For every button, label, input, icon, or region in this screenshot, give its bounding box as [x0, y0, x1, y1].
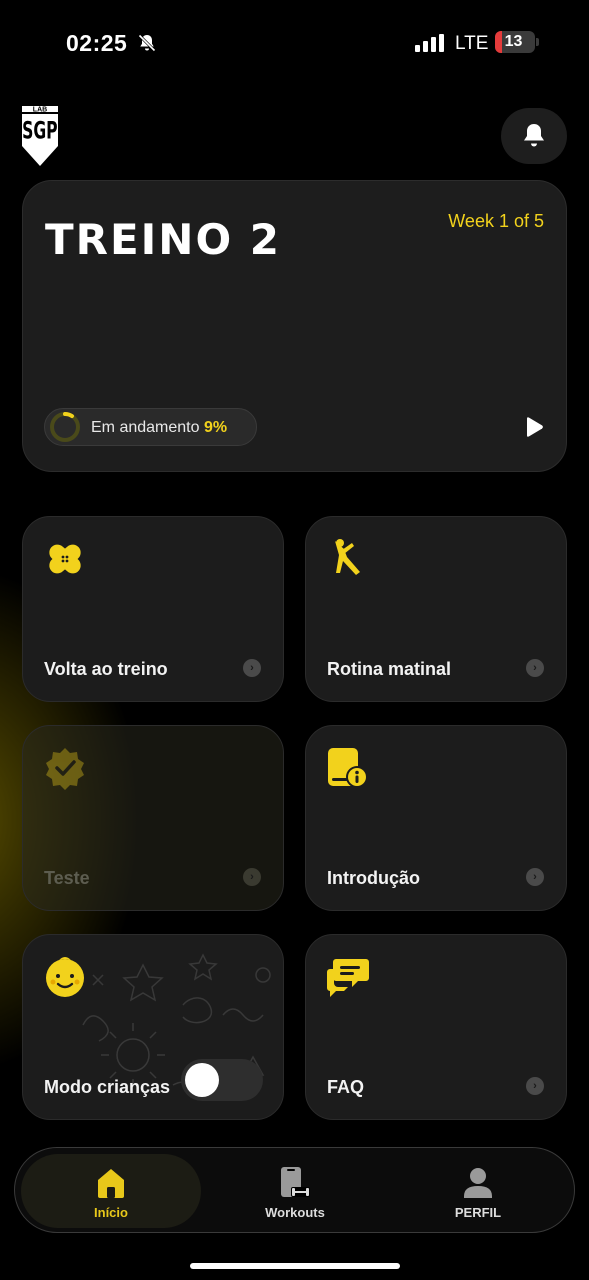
- tile-label: FAQ: [327, 1077, 365, 1097]
- progress-percent: 9%: [203, 419, 228, 436]
- tile-modo-criancas: Modo crianças: [22, 934, 284, 1120]
- bandage-icon: [49, 544, 81, 574]
- tile-label: Teste: [44, 868, 90, 888]
- baby-face-icon: [46, 957, 84, 997]
- battery-level: 13: [504, 33, 523, 50]
- tab-inicio[interactable]: Início: [21, 1154, 201, 1228]
- week-indicator: Week 1 of 5: [448, 211, 544, 231]
- tile-label: Rotina matinal: [327, 659, 452, 679]
- kids-mode-toggle[interactable]: [181, 1059, 263, 1101]
- workouts-icon: [281, 1167, 310, 1197]
- signal-icon: [415, 34, 444, 52]
- tab-label: Início: [94, 1205, 128, 1220]
- app-logo: LAB SGP: [22, 106, 58, 166]
- chevron-right-icon: ›: [526, 1077, 544, 1095]
- tile-faq[interactable]: FAQ ›: [305, 934, 567, 1120]
- tab-perfil[interactable]: PERFIL: [388, 1154, 568, 1228]
- tile-volta-ao-treino[interactable]: Volta ao treino ›: [22, 516, 284, 702]
- logo-main-text: SGP: [22, 116, 58, 144]
- network-type: LTE: [455, 33, 489, 54]
- current-workout-card[interactable]: TREINO 2 Week 1 of 5 Em andamento 9%: [22, 180, 567, 472]
- tab-workouts[interactable]: Workouts: [205, 1154, 385, 1228]
- play-icon[interactable]: [524, 416, 544, 438]
- tile-label: Introdução: [327, 868, 420, 888]
- tile-label: Modo crianças: [44, 1077, 171, 1097]
- chevron-right-icon: ›: [526, 659, 544, 677]
- chevron-right-icon: ›: [243, 659, 261, 677]
- tab-label: PERFIL: [454, 1205, 502, 1220]
- verified-badge-icon: [46, 748, 84, 790]
- status-time: 02:25: [66, 30, 128, 56]
- workout-title: TREINO 2: [45, 215, 282, 264]
- chat-bubbles-icon: [327, 959, 369, 997]
- bell-slash-icon: [138, 34, 156, 52]
- progress-ring: [50, 412, 80, 442]
- progress-pill: Em andamento 9%: [44, 408, 257, 446]
- profile-icon: [464, 1168, 492, 1198]
- toggle-knob: [185, 1063, 219, 1097]
- battery-indicator: 13: [495, 31, 535, 53]
- home-icon: [98, 1169, 124, 1198]
- tile-label: Volta ao treino: [44, 659, 168, 679]
- tile-teste[interactable]: Teste ›: [22, 725, 284, 911]
- logo-lab-text: LAB: [33, 107, 47, 114]
- tile-rotina-matinal[interactable]: Rotina matinal ›: [305, 516, 567, 702]
- app-screen: 02:25 LTE 13 LAB SGP TREINO 2 Week 1 of …: [0, 0, 589, 1280]
- stretching-person-icon: [335, 539, 360, 575]
- tile-introducao[interactable]: Introdução ›: [305, 725, 567, 911]
- chevron-right-icon: ›: [526, 868, 544, 886]
- bottom-tab-bar: Início Workouts PERFIL: [14, 1147, 575, 1233]
- progress-text: Em andamento 9%: [91, 419, 227, 437]
- tab-label: Workouts: [265, 1205, 325, 1220]
- bell-icon: [524, 124, 544, 147]
- chevron-right-icon: ›: [243, 868, 261, 886]
- progress-status: Em andamento: [91, 419, 200, 436]
- home-indicator: [190, 1263, 400, 1269]
- info-document-icon: [328, 748, 368, 788]
- notifications-button[interactable]: [501, 108, 567, 164]
